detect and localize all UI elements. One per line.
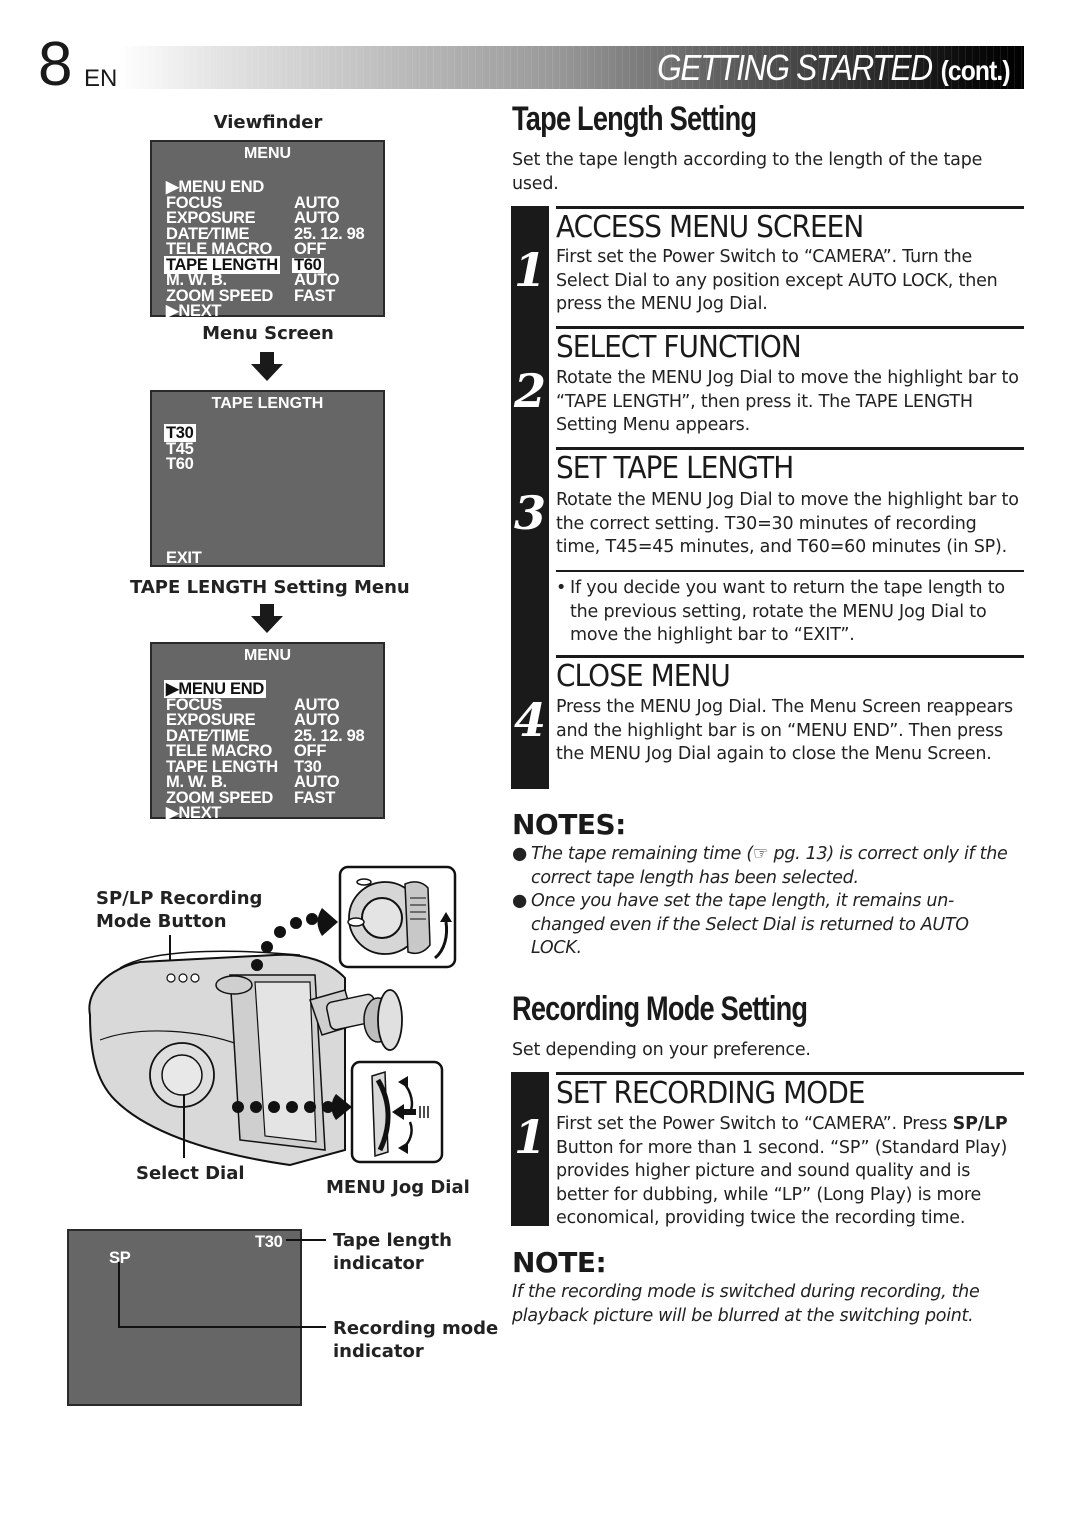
menu-row-label: ▶NEXT (166, 804, 222, 822)
section-header-bar: GETTING STARTED (cont.) (118, 46, 1024, 89)
section-title-suffix: (cont.) (940, 55, 1011, 86)
step-text: Rotate the MENU Jog Dial to move the hig… (556, 490, 1019, 557)
step-text: Rotate the MENU Jog Dial to move the hig… (556, 368, 1019, 435)
step-number: 3 (513, 486, 546, 540)
step-bullet-text: If you decide you want to return the tap… (570, 578, 1005, 645)
note-item: ● Once you have set the tape length, it r… (512, 890, 1012, 961)
tape-length-screen-caption: TAPE LENGTH Setting Menu (130, 577, 410, 598)
mode-callout-line1: Recording mode (333, 1318, 499, 1339)
step-bullet: • If you decide you want to return the ta… (556, 577, 1024, 648)
step-number: 1 (513, 243, 546, 297)
menu-row-value: FAST (294, 286, 335, 305)
note-text: Once you have set the tape length, it re… (531, 891, 969, 958)
step-divider (556, 206, 1024, 209)
step-divider (556, 326, 1024, 329)
step-text: First set the Power Switch to “CAMERA”. … (556, 1113, 1026, 1231)
bullet-icon: ● (512, 891, 527, 911)
down-arrow-icon (251, 604, 283, 633)
bullet-icon: • (556, 578, 567, 598)
step-number: 2 (513, 364, 546, 418)
step-number: 1 (513, 1110, 546, 1164)
note-text: The tape remaining time (☞ pg. 13) is co… (531, 844, 1008, 888)
page-number: 8 (38, 30, 73, 99)
mode-callout-line2: indicator (333, 1341, 424, 1362)
section-title: GETTING STARTED (cont.) (657, 46, 1011, 89)
tape-length-option: T60 (166, 455, 194, 473)
step-divider (556, 447, 1024, 450)
note-text: If the recording mode is switched during… (512, 1282, 980, 1326)
viewfinder-label: Viewfinder (213, 112, 323, 133)
note-item: ● The tape remaining time (☞ pg. 13) is c… (512, 843, 1012, 890)
step-divider (556, 655, 1024, 658)
notes-heading: NOTES: (512, 808, 626, 841)
menu-row-label: ▶NEXT (166, 302, 222, 320)
bullet-icon: ● (512, 844, 527, 864)
step-heading: CLOSE MENU (556, 659, 731, 694)
step-text-part: Button for more than 1 second. “SP” (Sta… (556, 1137, 1008, 1229)
tape-callout-line2: indicator (333, 1253, 424, 1274)
indicator-leader-lines (118, 1239, 326, 1328)
note-heading: NOTE: (512, 1246, 607, 1279)
tape-length-screen-title: TAPE LENGTH (211, 395, 324, 412)
tape-length-indicator-label: Tape length indicator (333, 1229, 452, 1275)
step-text-part: First set the Power Switch to “CAMERA”. … (556, 1114, 953, 1134)
step-divider (556, 570, 1024, 572)
menu-screen-after: MENU ▶MENU END FOCUS AUTO EXPOSURE AUTO DATE⁄… (150, 642, 385, 822)
sp-lp-button-name: SP/LP (952, 1114, 1008, 1134)
tape-length-intro: Set the tape length according to the len… (512, 150, 983, 194)
recording-mode-indicator-label: Recording mode indicator (333, 1317, 498, 1363)
menu-row: ▶NEXT (166, 804, 294, 822)
step-heading: ACCESS MENU SCREEN (556, 210, 864, 245)
select-dial-label: Select Dial (136, 1163, 245, 1184)
section-title-text: GETTING STARTED (657, 47, 933, 88)
menu-screen-caption: Menu Screen (202, 323, 334, 344)
menu-row-value: FAST (294, 788, 335, 807)
step-text: First set the Power Switch to “CAMERA”. … (556, 247, 998, 314)
menu-row: ▶NEXT (166, 302, 294, 320)
menu-screen-after-title: MENU (243, 647, 292, 664)
recording-mode-intro: Set depending on your preference. (512, 1040, 811, 1060)
camcorder-illustration (88, 865, 457, 1167)
menu-jog-dial-label: MENU Jog Dial (326, 1177, 470, 1198)
tape-length-screen: TAPE LENGTH T30 T45 T60 EXIT (150, 390, 385, 567)
step-heading: SET TAPE LENGTH (556, 451, 794, 486)
step-number: 4 (513, 693, 546, 747)
recording-mode-setting-title: Recording Mode Setting (512, 990, 808, 1028)
step-heading: SET RECORDING MODE (556, 1076, 866, 1111)
tape-length-setting-title: Tape Length Setting (512, 100, 757, 138)
tape-callout-line1: Tape length (333, 1230, 452, 1251)
page-language: EN (84, 65, 118, 92)
step-divider (556, 1072, 1024, 1075)
step-text: Press the MENU Jog Dial. The Menu Screen… (556, 697, 1013, 764)
notes-list: ● The tape remaining time (☞ pg. 13) is c… (512, 843, 1012, 961)
menu-screen-title: MENU (243, 145, 292, 162)
exit-option: EXIT (166, 549, 202, 567)
step-heading: SELECT FUNCTION (556, 330, 802, 365)
down-arrow-icon (251, 352, 283, 381)
menu-screen: MENU ▶MENU END FOCUS AUTO EXPOSURE AUTO DATE⁄… (150, 140, 385, 320)
